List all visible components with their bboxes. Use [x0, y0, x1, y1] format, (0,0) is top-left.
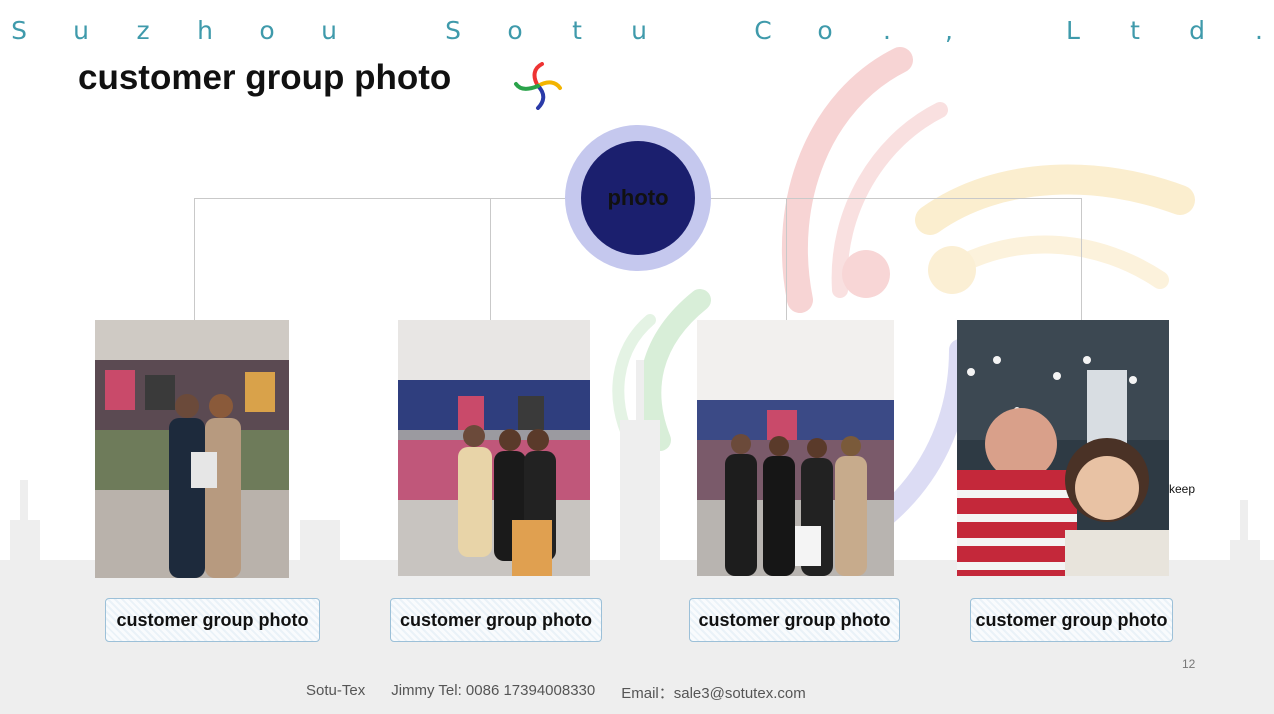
hub-circle: photo — [565, 125, 711, 271]
company-letter: S — [11, 16, 27, 45]
company-letter — [690, 16, 712, 46]
caption-button-3[interactable]: customer group photo — [689, 598, 900, 642]
company-name-banner: Su z h o u So t u Co., Lt d. — [8, 16, 1270, 46]
footer-phone: Jimmy Tel: 0086 17394008330 — [391, 682, 596, 699]
footer-brand: Sotu-Tex — [306, 682, 366, 699]
company-letter: d — [1189, 16, 1205, 45]
customer-photo-2 — [398, 320, 590, 576]
company-logo-icon — [514, 62, 562, 110]
hub-label: photo — [607, 185, 669, 210]
customer-photo-1 — [95, 320, 289, 578]
company-letter: t — [1130, 16, 1140, 45]
page-title: customer group photo — [78, 58, 452, 97]
company-letter: C — [754, 16, 772, 45]
customer-photo-4 — [957, 320, 1169, 576]
caption-button-2[interactable]: customer group photo — [390, 598, 602, 642]
company-letter: u — [631, 16, 647, 45]
company-letter: o — [817, 16, 833, 45]
caption-button-4[interactable]: customer group photo — [970, 598, 1173, 642]
connector-line — [786, 198, 787, 320]
company-letter: o — [259, 16, 275, 45]
footer-contact: Sotu-Tex Jimmy Tel: 0086 17394008330 Ema… — [306, 682, 806, 703]
footer-email: Email：sale3@sotutex.com — [621, 685, 806, 702]
company-letter — [380, 16, 402, 46]
side-text: keep — [1169, 482, 1196, 496]
company-letter: L — [1066, 16, 1080, 45]
company-letter: o — [507, 16, 523, 45]
company-letter: . — [883, 16, 891, 45]
connector-line — [490, 198, 491, 320]
company-letter: u — [321, 16, 337, 45]
company-letter: u — [73, 16, 89, 45]
company-letter: , — [945, 16, 953, 45]
company-letter: h — [197, 16, 213, 45]
company-letter: t — [572, 16, 582, 45]
company-letter — [1000, 16, 1022, 46]
company-letter: S — [445, 16, 461, 45]
company-letter: z — [136, 16, 150, 45]
page-number: 12 — [1182, 657, 1196, 671]
customer-photo-3 — [697, 320, 894, 576]
company-letter: . — [1255, 16, 1263, 45]
caption-button-1[interactable]: customer group photo — [105, 598, 320, 642]
